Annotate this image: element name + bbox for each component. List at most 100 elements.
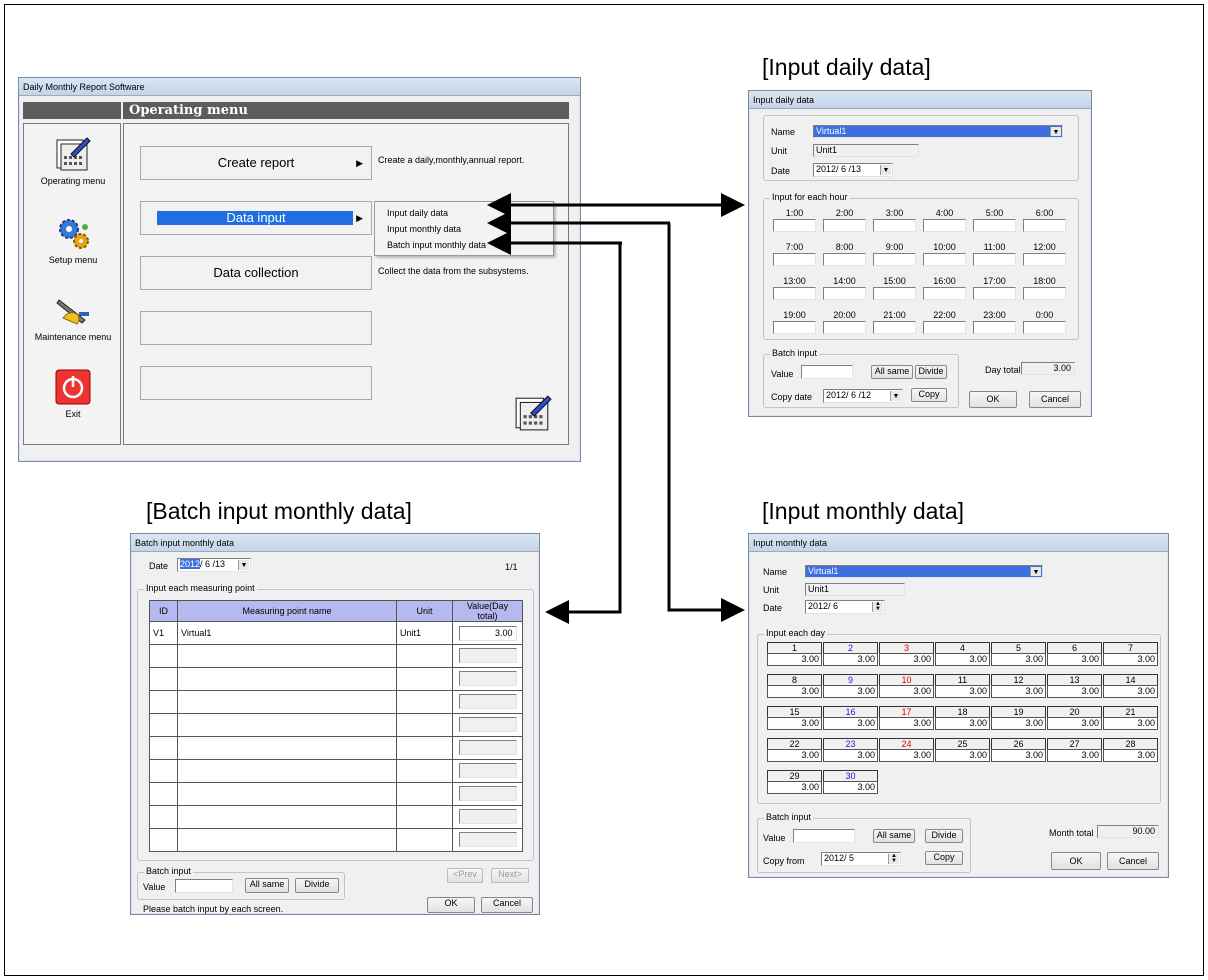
divide-button[interactable]: Divide — [295, 878, 339, 893]
day-value-input[interactable]: 3.00 — [1047, 749, 1102, 762]
day-value-input[interactable]: 3.00 — [1047, 717, 1102, 730]
value-input[interactable]: 3.00 — [458, 625, 517, 641]
prev-button[interactable]: <Prev — [447, 868, 483, 883]
name-dropdown[interactable]: Virtual1 ▼ — [813, 125, 1063, 138]
hour-value-input[interactable] — [823, 219, 866, 232]
value-input[interactable] — [175, 879, 233, 893]
cancel-button[interactable]: Cancel — [1029, 391, 1081, 408]
hour-value-input[interactable] — [773, 287, 816, 300]
ok-button[interactable]: OK — [1051, 852, 1101, 870]
value-input[interactable] — [458, 693, 517, 709]
hour-value-input[interactable] — [823, 253, 866, 266]
value-input[interactable] — [458, 716, 517, 732]
next-button[interactable]: Next> — [491, 868, 529, 883]
value-input[interactable] — [458, 762, 517, 778]
day-value-input[interactable]: 3.00 — [935, 685, 990, 698]
day-value-input[interactable]: 3.00 — [823, 653, 878, 666]
submenu-item-input-daily-data[interactable]: Input daily data — [387, 208, 448, 218]
hour-value-input[interactable] — [1023, 287, 1066, 300]
cancel-button[interactable]: Cancel — [481, 897, 533, 913]
sidebar-item-setup-menu[interactable]: Setup menu — [24, 215, 122, 265]
day-value-input[interactable]: 3.00 — [879, 749, 934, 762]
copy-date-picker[interactable]: 2012/ 6 /12 ▼ — [823, 389, 903, 403]
day-value-input[interactable]: 3.00 — [879, 653, 934, 666]
all-same-button[interactable]: All same — [245, 878, 289, 893]
day-value-input[interactable]: 3.00 — [879, 685, 934, 698]
create-report-button[interactable]: Create report ▶ — [140, 146, 372, 180]
day-value-input[interactable]: 3.00 — [991, 685, 1046, 698]
cancel-button[interactable]: Cancel — [1107, 852, 1159, 870]
name-dropdown[interactable]: Virtual1 ▼ — [805, 565, 1043, 578]
hour-value-input[interactable] — [873, 219, 916, 232]
data-collection-button[interactable]: Data collection — [140, 256, 372, 290]
hour-value-input[interactable] — [873, 253, 916, 266]
day-value-input[interactable]: 3.00 — [767, 781, 822, 794]
hour-value-input[interactable] — [1023, 219, 1066, 232]
day-value-input[interactable]: 3.00 — [1103, 749, 1158, 762]
hour-value-input[interactable] — [923, 287, 966, 300]
hour-value-input[interactable] — [923, 219, 966, 232]
hour-value-input[interactable] — [873, 321, 916, 334]
value-input[interactable] — [801, 365, 853, 379]
copy-button[interactable]: Copy — [911, 388, 947, 402]
empty-menu-button-2[interactable] — [140, 366, 372, 400]
value-input[interactable] — [458, 808, 517, 824]
day-value-input[interactable]: 3.00 — [1103, 717, 1158, 730]
ok-button[interactable]: OK — [427, 897, 475, 913]
day-value-input[interactable]: 3.00 — [935, 653, 990, 666]
day-value-input[interactable]: 3.00 — [767, 685, 822, 698]
month-spinner[interactable]: 2012/ 6 ▲ ▼ — [805, 600, 885, 614]
hour-value-input[interactable] — [823, 321, 866, 334]
hour-value-input[interactable] — [973, 287, 1016, 300]
day-value-input[interactable]: 3.00 — [935, 749, 990, 762]
submenu-item-batch-input-monthly-data[interactable]: Batch input monthly data — [387, 240, 486, 250]
day-value-input[interactable]: 3.00 — [991, 653, 1046, 666]
hour-value-input[interactable] — [1023, 321, 1066, 334]
sidebar-item-exit[interactable]: Exit — [24, 369, 122, 419]
hour-value-input[interactable] — [973, 321, 1016, 334]
day-value-input[interactable]: 3.00 — [823, 717, 878, 730]
day-value-input[interactable]: 3.00 — [879, 717, 934, 730]
value-input[interactable] — [458, 739, 517, 755]
value-input[interactable] — [458, 647, 517, 663]
date-picker[interactable]: 2012/ 6 /13 ▼ — [813, 163, 893, 177]
all-same-button[interactable]: All same — [871, 365, 913, 379]
value-input[interactable] — [458, 670, 517, 686]
sidebar-item-maintenance-menu[interactable]: Maintenance menu — [24, 292, 122, 342]
day-value-input[interactable]: 3.00 — [991, 749, 1046, 762]
hour-value-input[interactable] — [923, 321, 966, 334]
date-picker[interactable]: 2012/ 6 /13 ▼ — [177, 558, 251, 572]
divide-button[interactable]: Divide — [915, 365, 947, 379]
day-value-input[interactable]: 3.00 — [1047, 685, 1102, 698]
data-input-button[interactable]: Data input ▶ — [140, 201, 372, 235]
hour-value-input[interactable] — [973, 219, 1016, 232]
copy-button[interactable]: Copy — [925, 851, 963, 865]
day-value-input[interactable]: 3.00 — [767, 717, 822, 730]
all-same-button[interactable]: All same — [873, 829, 915, 843]
value-input[interactable] — [458, 785, 517, 801]
hour-value-input[interactable] — [823, 287, 866, 300]
submenu-item-input-monthly-data[interactable]: Input monthly data — [387, 224, 461, 234]
hour-value-input[interactable] — [1023, 253, 1066, 266]
day-value-input[interactable]: 3.00 — [767, 653, 822, 666]
value-input[interactable] — [793, 829, 855, 843]
hour-value-input[interactable] — [773, 253, 816, 266]
day-value-input[interactable]: 3.00 — [1047, 653, 1102, 666]
day-value-input[interactable]: 3.00 — [991, 717, 1046, 730]
hour-value-input[interactable] — [773, 219, 816, 232]
divide-button[interactable]: Divide — [925, 829, 963, 843]
copy-from-spinner[interactable]: 2012/ 5 ▲ ▼ — [821, 852, 901, 866]
day-value-input[interactable]: 3.00 — [935, 717, 990, 730]
empty-menu-button-1[interactable] — [140, 311, 372, 345]
day-value-input[interactable]: 3.00 — [1103, 653, 1158, 666]
day-value-input[interactable]: 3.00 — [823, 685, 878, 698]
ok-button[interactable]: OK — [969, 391, 1017, 408]
day-value-input[interactable]: 3.00 — [767, 749, 822, 762]
hour-value-input[interactable] — [873, 287, 916, 300]
hour-value-input[interactable] — [973, 253, 1016, 266]
hour-value-input[interactable] — [923, 253, 966, 266]
day-value-input[interactable]: 3.00 — [1103, 685, 1158, 698]
day-value-input[interactable]: 3.00 — [823, 749, 878, 762]
value-input[interactable] — [458, 831, 517, 847]
day-value-input[interactable]: 3.00 — [823, 781, 878, 794]
